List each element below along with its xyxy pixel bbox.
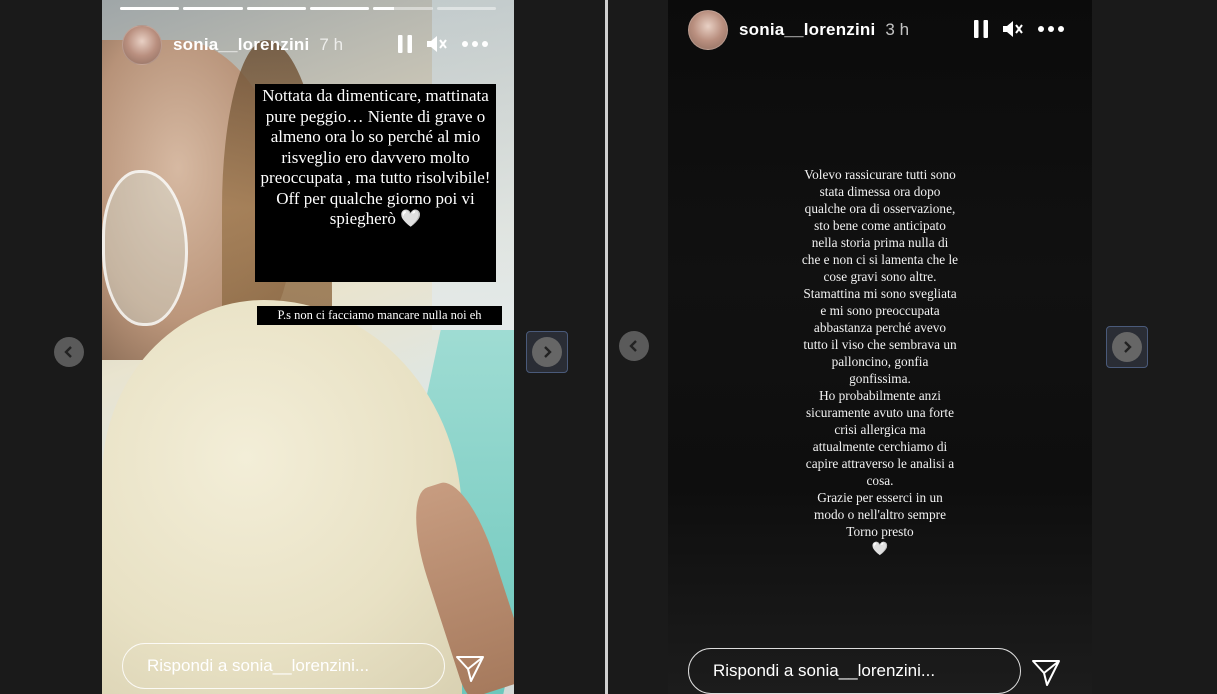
next-story-button[interactable] (526, 331, 568, 373)
story-controls (398, 34, 488, 54)
story-text: Volevo rassicurare tutti sono stata dime… (801, 167, 959, 556)
next-story-focus (526, 331, 568, 373)
send-icon[interactable] (1031, 659, 1061, 692)
progress-segment (183, 7, 243, 10)
progress-segment (309, 7, 370, 10)
story-progress-bar (120, 7, 496, 10)
next-story-focus (1106, 326, 1148, 368)
chevron-right-icon (1112, 332, 1142, 362)
story-controls (974, 19, 1064, 39)
username[interactable]: sonia__lorenzini (173, 35, 309, 55)
story-header: sonia__lorenzini 7 h (122, 25, 343, 65)
mute-icon[interactable] (1002, 19, 1024, 39)
chevron-left-icon (54, 337, 84, 367)
progress-segment (120, 7, 180, 10)
progress-segment (373, 7, 433, 10)
post-time: 3 h (885, 20, 910, 39)
progress-segment (436, 7, 496, 10)
progress-segment (246, 7, 306, 10)
previous-story-button[interactable] (619, 331, 649, 361)
avatar[interactable] (688, 10, 728, 50)
reply-input[interactable]: Rispondi a sonia__lorenzini... (688, 648, 1021, 694)
story-caption-ps: P.s non ci facciamo mancare nulla noi eh (257, 306, 502, 325)
previous-story-button[interactable] (54, 337, 84, 367)
more-options-icon[interactable] (462, 41, 488, 47)
story-header: sonia__lorenzini 3 h (688, 10, 909, 50)
reply-input[interactable]: Rispondi a sonia__lorenzini... (122, 643, 445, 689)
next-story-button[interactable] (1106, 326, 1148, 368)
username[interactable]: sonia__lorenzini (739, 20, 875, 40)
mute-icon[interactable] (426, 34, 448, 54)
send-icon[interactable] (455, 655, 485, 688)
pause-icon[interactable] (974, 20, 988, 38)
chevron-right-icon (532, 337, 562, 367)
chevron-left-icon (619, 331, 649, 361)
pause-icon[interactable] (398, 35, 412, 53)
post-time: 7 h (319, 35, 344, 54)
more-options-icon[interactable] (1038, 26, 1064, 32)
avatar[interactable] (122, 25, 162, 65)
story-caption: Nottata da dimenticare, mattinata pure p… (255, 84, 496, 282)
story-photo-sweater (102, 300, 462, 694)
